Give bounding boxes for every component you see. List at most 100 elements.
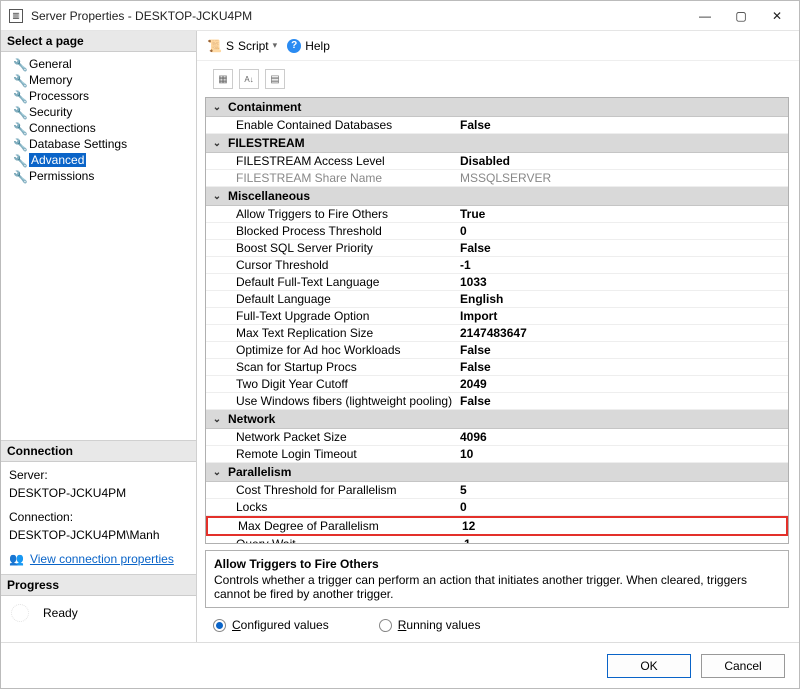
prop-key: Cost Threshold for Parallelism	[236, 483, 456, 497]
sidebar-item-label: General	[29, 57, 72, 71]
pgrid-toolbar: ▦ A↓ ▤	[213, 69, 789, 93]
category-network[interactable]: ⌄Network	[206, 410, 788, 429]
prop-filestream-access-level[interactable]: FILESTREAM Access LevelDisabled	[206, 153, 788, 170]
prop-value[interactable]: True	[456, 207, 784, 221]
prop-default-language[interactable]: Default LanguageEnglish	[206, 291, 788, 308]
prop-key: Two Digit Year Cutoff	[236, 377, 456, 391]
close-icon: ✕	[772, 9, 782, 23]
prop-default-full-text-language[interactable]: Default Full-Text Language1033	[206, 274, 788, 291]
prop-value[interactable]: 10	[456, 447, 784, 461]
prop-value[interactable]: 0	[456, 224, 784, 238]
prop-value[interactable]: Disabled	[456, 154, 784, 168]
help-icon: ?	[287, 39, 301, 53]
category-containment[interactable]: ⌄Containment	[206, 98, 788, 117]
radio-dot-icon	[379, 619, 392, 632]
prop-value[interactable]: Import	[456, 309, 784, 323]
chevron-down-icon: ⌄	[210, 414, 224, 425]
prop-value[interactable]: -1	[456, 537, 784, 544]
prop-key: Allow Triggers to Fire Others	[236, 207, 456, 221]
prop-value[interactable]: -1	[456, 258, 784, 272]
prop-value[interactable]: 12	[458, 519, 782, 533]
prop-scan-for-startup-procs[interactable]: Scan for Startup ProcsFalse	[206, 359, 788, 376]
script-icon: 📜	[207, 39, 222, 53]
prop-blocked-process-threshold[interactable]: Blocked Process Threshold0	[206, 223, 788, 240]
prop-query-wait[interactable]: Query Wait-1	[206, 536, 788, 544]
script-button[interactable]: 📜 S Script ▾	[207, 39, 277, 53]
prop-value[interactable]: 2147483647	[456, 326, 784, 340]
prop-value[interactable]: 1033	[456, 275, 784, 289]
prop-cost-threshold-for-parallelism[interactable]: Cost Threshold for Parallelism5	[206, 482, 788, 499]
category-miscellaneous[interactable]: ⌄Miscellaneous	[206, 187, 788, 206]
prop-value[interactable]: 0	[456, 500, 784, 514]
prop-value[interactable]: 4096	[456, 430, 784, 444]
prop-value[interactable]: False	[456, 241, 784, 255]
prop-network-packet-size[interactable]: Network Packet Size4096	[206, 429, 788, 446]
category-filestream[interactable]: ⌄FILESTREAM	[206, 134, 788, 153]
prop-boost-sql-server-priority[interactable]: Boost SQL Server PriorityFalse	[206, 240, 788, 257]
sidebar-item-advanced[interactable]: 🔧Advanced	[3, 152, 194, 168]
help-button[interactable]: ? Help	[287, 39, 330, 53]
sidebar-item-database-settings[interactable]: 🔧Database Settings	[3, 136, 194, 152]
sidebar-item-memory[interactable]: 🔧 Memory	[3, 72, 194, 88]
prop-key: Optimize for Ad hoc Workloads	[236, 343, 456, 357]
prop-value[interactable]: False	[456, 360, 784, 374]
prop-value[interactable]: 5	[456, 483, 784, 497]
alpha-sort-button[interactable]: A↓	[239, 69, 259, 89]
prop-cursor-threshold[interactable]: Cursor Threshold-1	[206, 257, 788, 274]
prop-max-degree-of-parallelism[interactable]: Max Degree of Parallelism12	[206, 516, 788, 536]
sidebar-item-security[interactable]: 🔧Security	[3, 104, 194, 120]
maximize-button[interactable]: ▢	[723, 2, 759, 30]
right-pane: 📜 S Script ▾ ? Help ▦ A↓ ▤ ⌄ContainmentE…	[197, 31, 799, 642]
window-title: Server Properties - DESKTOP-JCKU4PM	[31, 9, 687, 23]
prop-key: Network Packet Size	[236, 430, 456, 444]
running-values-radio[interactable]: Running values	[379, 618, 481, 632]
people-icon: 👥	[9, 552, 24, 566]
prop-use-windows-fibers-lightweight-pooling-[interactable]: Use Windows fibers (lightweight pooling)…	[206, 393, 788, 410]
chevron-down-icon: ⌄	[210, 138, 224, 149]
wrench-icon: 🔧	[13, 74, 25, 86]
prop-value[interactable]: 2049	[456, 377, 784, 391]
prop-key: Max Text Replication Size	[236, 326, 456, 340]
page-list: 🔧General 🔧 Memory🔧Processors🔧Security🔧Conn…	[1, 52, 196, 188]
prop-value[interactable]: False	[456, 394, 784, 408]
connection-label: Connection:	[9, 510, 188, 524]
progress-panel: Progress Ready	[1, 574, 196, 642]
prop-remote-login-timeout[interactable]: Remote Login Timeout10	[206, 446, 788, 463]
prop-optimize-for-ad-hoc-workloads[interactable]: Optimize for Ad hoc WorkloadsFalse	[206, 342, 788, 359]
values-radio-group: Configured values Running values	[205, 608, 789, 638]
view-connection-properties-link[interactable]: View connection properties	[30, 552, 174, 566]
app-icon: ▥	[9, 9, 23, 23]
prop-full-text-upgrade-option[interactable]: Full-Text Upgrade OptionImport	[206, 308, 788, 325]
prop-filestream-share-name[interactable]: FILESTREAM Share NameMSSQLSERVER	[206, 170, 788, 187]
prop-two-digit-year-cutoff[interactable]: Two Digit Year Cutoff2049	[206, 376, 788, 393]
prop-key: Remote Login Timeout	[236, 447, 456, 461]
prop-allow-triggers-to-fire-others[interactable]: Allow Triggers to Fire OthersTrue	[206, 206, 788, 223]
connection-panel: Connection Server: DESKTOP-JCKU4PM Conne…	[1, 440, 196, 574]
description-title: Allow Triggers to Fire Others	[214, 557, 780, 571]
description-panel: Allow Triggers to Fire Others Controls w…	[205, 550, 789, 608]
close-button[interactable]: ✕	[759, 2, 795, 30]
prop-key: Use Windows fibers (lightweight pooling)	[236, 394, 456, 408]
prop-enable-contained-databases[interactable]: Enable Contained DatabasesFalse	[206, 117, 788, 134]
prop-value[interactable]: MSSQLSERVER	[456, 171, 784, 185]
sidebar-item-label: Memory	[29, 73, 72, 87]
sidebar-item-permissions[interactable]: 🔧Permissions	[3, 168, 194, 184]
sidebar-item-general[interactable]: 🔧General	[3, 56, 194, 72]
cancel-button[interactable]: Cancel	[701, 654, 785, 678]
minimize-button[interactable]: —	[687, 2, 723, 30]
pages-button[interactable]: ▤	[265, 69, 285, 89]
categorized-button[interactable]: ▦	[213, 69, 233, 89]
prop-locks[interactable]: Locks0	[206, 499, 788, 516]
category-parallelism[interactable]: ⌄Parallelism	[206, 463, 788, 482]
ok-button[interactable]: OK	[607, 654, 691, 678]
property-grid[interactable]: ⌄ContainmentEnable Contained DatabasesFa…	[205, 97, 789, 544]
toolbar: 📜 S Script ▾ ? Help	[197, 31, 799, 61]
configured-values-radio[interactable]: Configured values	[213, 618, 329, 632]
prop-key: Blocked Process Threshold	[236, 224, 456, 238]
prop-value[interactable]: English	[456, 292, 784, 306]
prop-value[interactable]: False	[456, 118, 784, 132]
sidebar-item-connections[interactable]: 🔧Connections	[3, 120, 194, 136]
sidebar-item-processors[interactable]: 🔧Processors	[3, 88, 194, 104]
prop-max-text-replication-size[interactable]: Max Text Replication Size2147483647	[206, 325, 788, 342]
prop-value[interactable]: False	[456, 343, 784, 357]
